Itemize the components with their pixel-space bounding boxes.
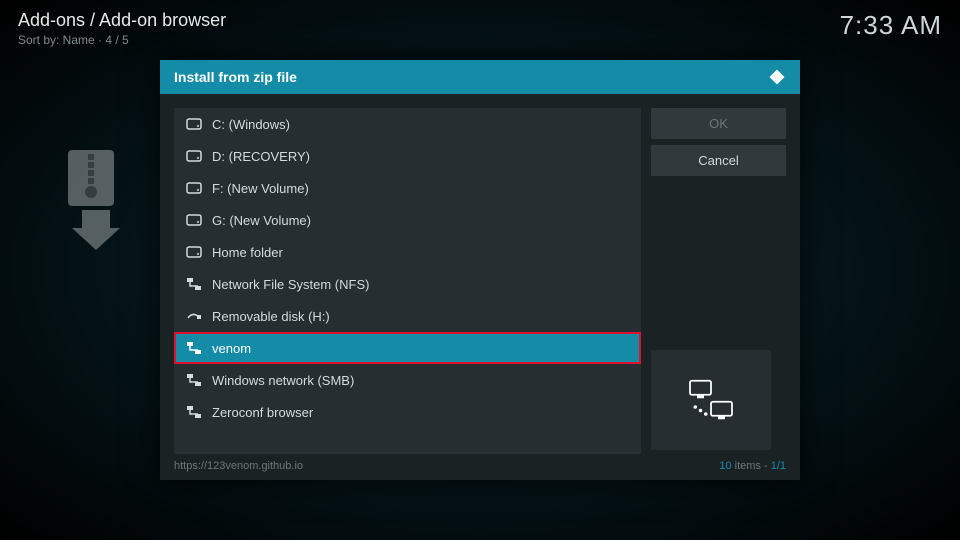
dialog-footer: https://123venom.github.io 10 items - 1/… <box>160 454 800 480</box>
install-zip-dialog: Install from zip file C: (Windows) D: (RE… <box>160 60 800 480</box>
dialog-titlebar: Install from zip file <box>160 60 800 94</box>
usb-icon <box>186 308 202 324</box>
file-item[interactable]: venom <box>174 332 641 364</box>
file-item[interactable]: Network File System (NFS) <box>174 268 641 300</box>
file-item[interactable]: D: (RECOVERY) <box>174 140 641 172</box>
kodi-logo-icon <box>768 68 786 86</box>
network-icon <box>186 276 202 292</box>
file-item-label: G: (New Volume) <box>212 213 311 228</box>
file-item-label: Zeroconf browser <box>212 405 313 420</box>
zip-install-icon <box>62 150 132 250</box>
file-item-label: F: (New Volume) <box>212 181 309 196</box>
file-item[interactable]: C: (Windows) <box>174 108 641 140</box>
network-icon <box>186 404 202 420</box>
network-icon <box>186 340 202 356</box>
drive-icon <box>186 180 202 196</box>
footer-path: https://123venom.github.io <box>174 460 303 472</box>
cancel-button[interactable]: Cancel <box>651 145 786 176</box>
file-item-label: Network File System (NFS) <box>212 277 369 292</box>
file-item-label: Home folder <box>212 245 283 260</box>
file-item[interactable]: Removable disk (H:) <box>174 300 641 332</box>
clock: 7:33 AM <box>840 10 942 41</box>
dialog-title-text: Install from zip file <box>174 69 297 85</box>
file-item[interactable]: Zeroconf browser <box>174 396 641 428</box>
sort-by-line: Sort by: Name · 4 / 5 <box>18 33 226 47</box>
file-item-label: D: (RECOVERY) <box>212 149 310 164</box>
file-item[interactable]: Home folder <box>174 236 641 268</box>
file-item-label: venom <box>212 341 251 356</box>
network-icon <box>186 372 202 388</box>
file-item[interactable]: Windows network (SMB) <box>174 364 641 396</box>
file-browser-pane: C: (Windows) D: (RECOVERY) F: (New Volume)… <box>174 108 641 454</box>
file-item-label: Removable disk (H:) <box>212 309 330 324</box>
drive-icon <box>186 116 202 132</box>
file-item[interactable]: F: (New Volume) <box>174 172 641 204</box>
file-item-label: Windows network (SMB) <box>212 373 354 388</box>
breadcrumb: Add-ons / Add-on browser <box>18 10 226 31</box>
drive-icon <box>186 244 202 260</box>
drive-icon <box>186 148 202 164</box>
ok-button[interactable]: OK <box>651 108 786 139</box>
file-item-label: C: (Windows) <box>212 117 290 132</box>
preview-thumbnail <box>651 350 771 450</box>
footer-item-count: 10 items - 1/1 <box>719 460 786 472</box>
file-item[interactable]: G: (New Volume) <box>174 204 641 236</box>
drive-icon <box>186 212 202 228</box>
